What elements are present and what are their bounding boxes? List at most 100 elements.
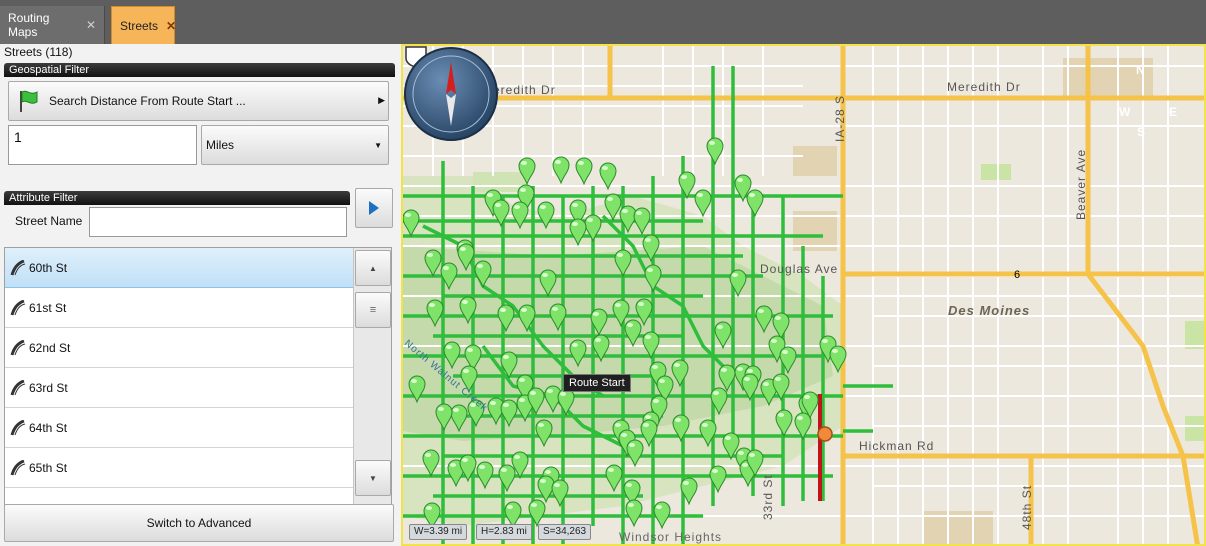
street-pin-icon[interactable] bbox=[435, 403, 453, 432]
list-item[interactable]: 60th St bbox=[5, 248, 353, 288]
street-pin-icon[interactable] bbox=[612, 299, 630, 328]
street-pin-icon[interactable] bbox=[403, 209, 420, 238]
street-pin-icon[interactable] bbox=[422, 449, 440, 478]
street-pin-icon[interactable] bbox=[619, 205, 637, 234]
street-pin-icon[interactable] bbox=[642, 234, 660, 263]
street-pin-icon[interactable] bbox=[408, 375, 426, 404]
street-pin-icon[interactable] bbox=[653, 501, 671, 530]
street-pin-icon[interactable] bbox=[474, 260, 492, 289]
street-pin-icon[interactable] bbox=[518, 304, 536, 333]
street-pin-icon[interactable] bbox=[709, 465, 727, 494]
scale-width: W=3.39 mi bbox=[409, 524, 468, 540]
street-pin-icon[interactable] bbox=[459, 296, 477, 325]
street-pin-icon[interactable] bbox=[605, 464, 623, 493]
street-pin-icon[interactable] bbox=[772, 373, 790, 402]
street-pin-icon[interactable] bbox=[729, 269, 747, 298]
street-pin-icon[interactable] bbox=[450, 404, 468, 433]
switch-to-advanced-button[interactable]: Switch to Advanced bbox=[4, 504, 394, 542]
map-view[interactable]: Meredith Dr Meredith Dr IA-28 S Douglas … bbox=[401, 44, 1206, 546]
play-icon bbox=[369, 201, 379, 215]
street-pin-icon[interactable] bbox=[624, 319, 642, 348]
street-pin-icon[interactable] bbox=[635, 298, 653, 327]
street-pin-icon[interactable] bbox=[672, 414, 690, 443]
close-icon[interactable]: ✕ bbox=[166, 19, 176, 33]
street-pin-icon[interactable] bbox=[710, 387, 728, 416]
street-pin-icon[interactable] bbox=[625, 499, 643, 528]
street-pin-icon[interactable] bbox=[680, 477, 698, 506]
street-pin-icon[interactable] bbox=[678, 171, 696, 200]
street-pin-icon[interactable] bbox=[779, 346, 797, 375]
street-pin-icon[interactable] bbox=[440, 262, 458, 291]
street-pin-icon[interactable] bbox=[604, 193, 622, 222]
street-pin-icon[interactable] bbox=[671, 359, 689, 388]
street-pin-icon[interactable] bbox=[714, 321, 732, 350]
street-pin-icon[interactable] bbox=[476, 461, 494, 490]
list-scrollbar[interactable]: ▲ ≡ ▼ bbox=[353, 248, 391, 536]
compass-west: W bbox=[1119, 105, 1131, 119]
street-pin-icon[interactable] bbox=[511, 201, 529, 230]
tab-routing-maps[interactable]: Routing Maps ✕ bbox=[0, 6, 105, 44]
street-name-input[interactable] bbox=[89, 207, 347, 237]
street-pin-icon[interactable] bbox=[642, 331, 660, 360]
street-pin-icon[interactable] bbox=[614, 249, 632, 278]
street-pin-icon[interactable] bbox=[426, 299, 444, 328]
street-pin-icon[interactable] bbox=[575, 157, 593, 186]
close-icon[interactable]: ✕ bbox=[86, 18, 96, 32]
list-item[interactable]: 63rd St bbox=[5, 368, 353, 408]
tab-streets[interactable]: Streets ✕ bbox=[111, 6, 176, 44]
street-pin-icon[interactable] bbox=[775, 409, 793, 438]
street-pin-icon[interactable] bbox=[457, 243, 475, 272]
scroll-down-button[interactable]: ▼ bbox=[355, 460, 391, 496]
street-pin-icon[interactable] bbox=[528, 499, 546, 528]
street-pin-icon[interactable] bbox=[443, 341, 461, 370]
street-pin-icon[interactable] bbox=[459, 454, 477, 483]
unit-select[interactable]: Miles ▼ bbox=[201, 125, 389, 165]
scroll-up-button[interactable]: ▲ bbox=[355, 250, 391, 286]
street-pin-icon[interactable] bbox=[741, 373, 759, 402]
street-pin-icon[interactable] bbox=[552, 156, 570, 185]
street-pin-icon[interactable] bbox=[535, 419, 553, 448]
scroll-thumb[interactable]: ≡ bbox=[355, 292, 391, 328]
street-pin-icon[interactable] bbox=[794, 412, 812, 441]
list-item[interactable]: 65th St bbox=[5, 448, 353, 488]
street-pin-icon[interactable] bbox=[699, 419, 717, 448]
street-pin-icon[interactable] bbox=[500, 351, 518, 380]
search-distance-button[interactable]: Search Distance From Route Start ... ▶ bbox=[8, 81, 389, 121]
street-pin-icon[interactable] bbox=[424, 249, 442, 278]
street-pin-icon[interactable] bbox=[829, 345, 847, 374]
street-pin-icon[interactable] bbox=[599, 162, 617, 191]
street-pin-icon[interactable] bbox=[626, 439, 644, 468]
distance-input[interactable]: 1 bbox=[8, 125, 197, 165]
list-item[interactable]: 62nd St bbox=[5, 328, 353, 368]
street-pin-icon[interactable] bbox=[644, 264, 662, 293]
street-pin-icon[interactable] bbox=[706, 137, 724, 166]
street-pin-icon[interactable] bbox=[492, 199, 510, 228]
compass-icon[interactable] bbox=[403, 46, 499, 142]
street-pin-icon[interactable] bbox=[518, 157, 536, 186]
street-pin-icon[interactable] bbox=[590, 308, 608, 337]
street-pin-icon[interactable] bbox=[537, 201, 555, 230]
streets-count: Streets (118) bbox=[4, 45, 73, 59]
street-pin-icon[interactable] bbox=[557, 388, 575, 417]
street-pin-icon[interactable] bbox=[694, 189, 712, 218]
street-pin-icon[interactable] bbox=[549, 303, 567, 332]
street-pin-icon[interactable] bbox=[772, 312, 790, 341]
street-pin-icon[interactable] bbox=[746, 189, 764, 218]
street-pin-icon[interactable] bbox=[498, 464, 516, 493]
road-label-hickman: Hickman Rd bbox=[859, 439, 935, 453]
street-pin-icon[interactable] bbox=[633, 207, 651, 236]
street-pin-icon[interactable] bbox=[640, 419, 658, 448]
street-pin-icon[interactable] bbox=[584, 214, 602, 243]
street-pin-icon[interactable] bbox=[755, 305, 773, 334]
apply-filter-button[interactable] bbox=[355, 188, 393, 228]
street-pin-icon[interactable] bbox=[592, 334, 610, 363]
list-item[interactable]: 61st St bbox=[5, 288, 353, 328]
street-pin-icon[interactable] bbox=[569, 339, 587, 368]
street-pin-icon[interactable] bbox=[718, 364, 736, 393]
street-pin-icon[interactable] bbox=[497, 304, 515, 333]
street-pin-icon[interactable] bbox=[551, 479, 569, 508]
street-pin-icon[interactable] bbox=[569, 218, 587, 247]
street-pin-icon[interactable] bbox=[500, 399, 518, 428]
street-pin-icon[interactable] bbox=[539, 269, 557, 298]
list-item[interactable]: 64th St bbox=[5, 408, 353, 448]
